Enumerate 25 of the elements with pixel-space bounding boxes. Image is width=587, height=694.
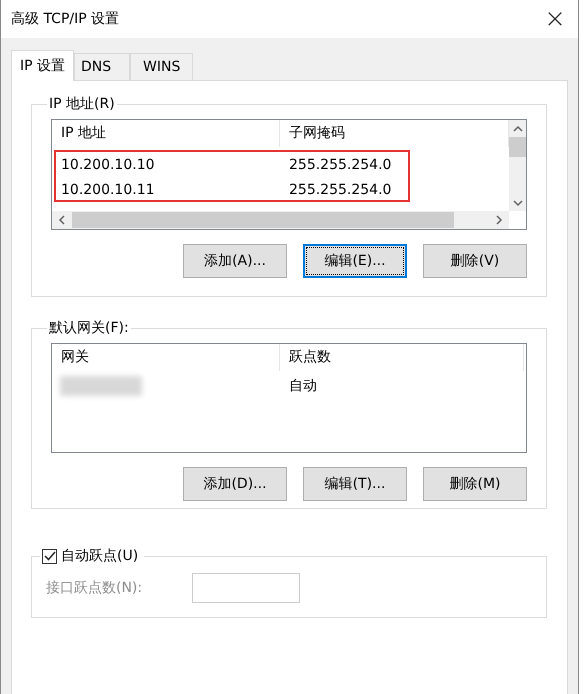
column-header[interactable]: 网关: [52, 344, 280, 371]
table-cell-text: 10.200.10.11: [61, 182, 156, 198]
tab[interactable]: WINS: [130, 53, 194, 80]
scrollbar-thumb[interactable]: [509, 137, 526, 157]
group-title: IP 地址(R): [48, 95, 116, 113]
table-cell-text: 255.255.254.0: [289, 182, 392, 198]
dialog-button[interactable]: 添加(D)...: [183, 467, 287, 501]
group-title: 默认网关(F):: [48, 319, 130, 337]
dialog-button[interactable]: 删除(M): [423, 467, 527, 501]
tab[interactable]: IP 设置: [11, 50, 74, 81]
dialog-button[interactable]: 添加(A)...: [183, 244, 287, 278]
scrollbar-thumb[interactable]: [72, 212, 454, 228]
column-header[interactable]: 跃点数: [280, 344, 524, 371]
table-cell-text: 255.255.254.0: [289, 156, 392, 172]
tab[interactable]: DNS: [74, 53, 130, 80]
field-label: 接口跃点数(N):: [46, 579, 144, 597]
horizontal-scrollbar[interactable]: [52, 211, 509, 229]
table-cell-text: 10.200.10.10: [61, 156, 156, 172]
column-header[interactable]: IP 地址: [52, 120, 280, 147]
table-cell-text: 自动: [289, 376, 318, 394]
vertical-scrollbar[interactable]: [509, 120, 526, 211]
dialog-button[interactable]: 删除(V): [423, 244, 527, 278]
window-title: 高级 TCP/IP 设置: [11, 10, 120, 28]
dialog-button[interactable]: 编辑(T)...: [303, 467, 407, 501]
dialog-button[interactable]: 编辑(E)...: [303, 244, 407, 278]
